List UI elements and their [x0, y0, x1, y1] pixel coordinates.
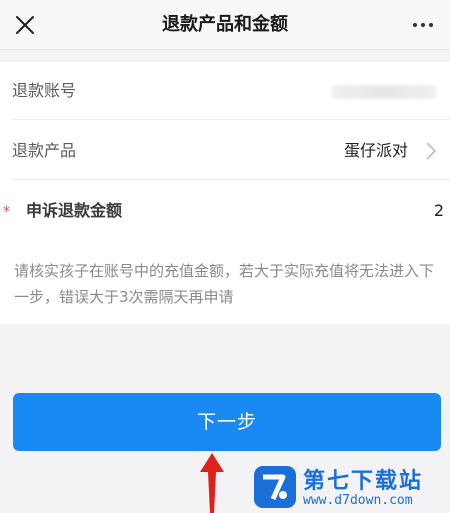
- appeal-amount-label: 申诉退款金额: [26, 201, 123, 220]
- nav-header: 退款产品和金额: [0, 0, 450, 50]
- chevron-right-icon: [426, 142, 437, 160]
- watermark-name: 第七下载站: [303, 469, 424, 494]
- close-icon: [16, 16, 34, 34]
- site-watermark: 第七下载站 www.d7down.com: [253, 463, 448, 511]
- page-title: 退款产品和金额: [162, 14, 288, 35]
- more-dot-icon: [413, 23, 417, 27]
- more-button[interactable]: [404, 6, 442, 44]
- appeal-amount-row[interactable]: 申诉退款金额 2: [12, 182, 450, 240]
- masked-account-value: [332, 85, 436, 99]
- refund-account-row: 退款账号: [12, 62, 450, 120]
- close-button[interactable]: [6, 6, 44, 44]
- refund-product-row[interactable]: 退款产品 蛋仔派对: [12, 122, 450, 180]
- amount-notice: 请核实孩子在账号中的充值金额，若大于实际充值将无法进入下一步，错误大于3次需隔天…: [14, 262, 435, 306]
- next-step-button[interactable]: 下一步: [13, 393, 441, 451]
- site-logo-icon: [254, 466, 296, 508]
- appeal-amount-input[interactable]: 2: [434, 182, 444, 240]
- required-mark: *: [3, 204, 10, 220]
- refund-account-label: 退款账号: [12, 81, 77, 100]
- red-arrow-icon: [200, 453, 224, 513]
- more-dot-icon: [429, 23, 433, 27]
- refund-product-value: 蛋仔派对: [343, 141, 408, 160]
- watermark-url: www.d7down.com: [303, 493, 413, 508]
- refund-product-label: 退款产品: [12, 141, 77, 160]
- more-dot-icon: [421, 23, 425, 27]
